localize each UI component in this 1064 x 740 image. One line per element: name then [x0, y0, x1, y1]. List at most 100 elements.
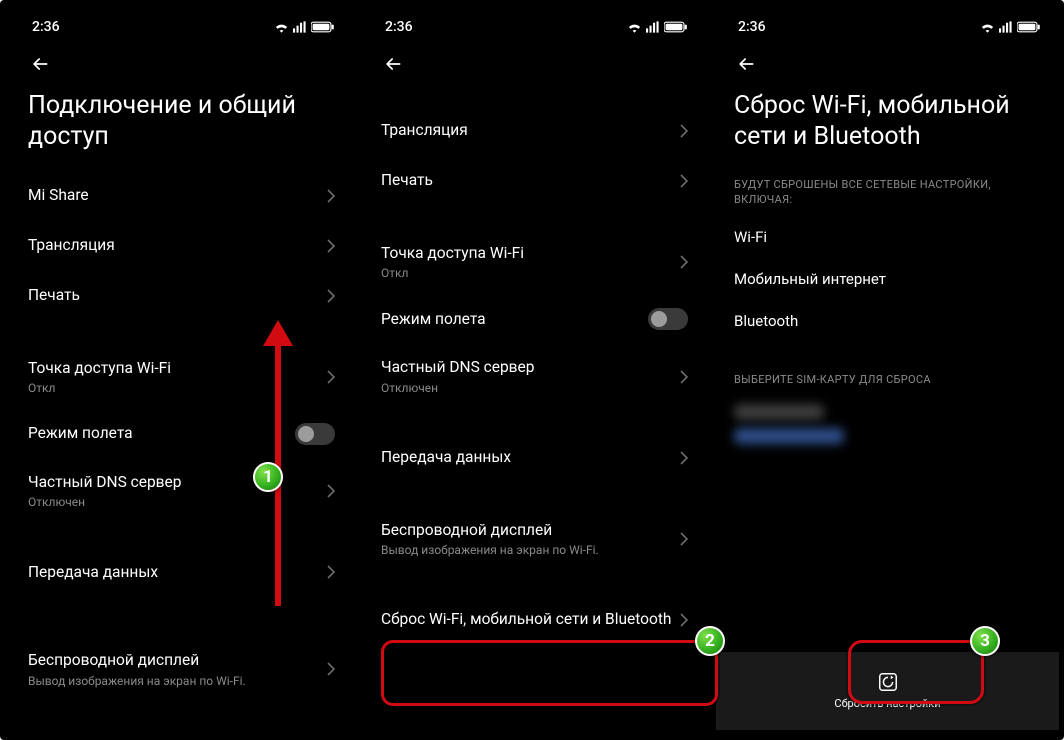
airplane-toggle[interactable] — [295, 423, 335, 445]
item-label: Частный DNS сервер — [381, 358, 672, 377]
chevron-right-icon — [327, 370, 335, 384]
item-private-dns[interactable]: Частный DNS сервер Отключен — [10, 459, 353, 523]
screen-connection-sharing-scrolled: 2:36 Трансляция Печать Точка доступа Wi-… — [363, 10, 706, 730]
reset-line-mobile: Мобильный интернет — [716, 258, 1059, 300]
status-icons — [274, 21, 335, 33]
status-bar: 2:36 — [716, 10, 1059, 44]
back-icon[interactable] — [28, 54, 52, 74]
screen-connection-sharing: 2:36 Подключение и общий доступ Mi Share… — [10, 10, 353, 730]
chevron-right-icon — [680, 370, 688, 384]
item-sub: Вывод изображения на экран по Wi-Fi. — [381, 543, 672, 557]
chevron-right-icon — [327, 565, 335, 579]
item-label: Mi Share — [28, 186, 319, 205]
section-gap — [363, 483, 706, 507]
back-icon[interactable] — [381, 54, 405, 74]
chevron-right-icon — [680, 451, 688, 465]
page-title: Подключение и общий доступ — [10, 82, 353, 171]
item-label: Печать — [28, 286, 319, 305]
wifi-icon — [274, 21, 289, 33]
sim-option-blurred[interactable] — [734, 404, 824, 420]
section-gap — [10, 321, 353, 345]
battery-icon — [1017, 21, 1041, 33]
signal-icon — [999, 21, 1013, 33]
item-data-sharing[interactable]: Передача данных — [363, 433, 706, 483]
chevron-right-icon — [680, 124, 688, 138]
status-icons — [627, 21, 688, 33]
item-private-dns[interactable]: Частный DNS сервер Отключен — [363, 344, 706, 408]
item-print[interactable]: Печать — [10, 271, 353, 321]
section-gap — [10, 523, 353, 547]
item-wireless-display[interactable]: Беспроводной дисплей Вывод изображения н… — [363, 507, 706, 571]
reset-line-bluetooth: Bluetooth — [716, 300, 1059, 342]
status-time: 2:36 — [32, 19, 60, 35]
battery-icon — [664, 21, 688, 33]
chevron-right-icon — [680, 255, 688, 269]
spacer — [363, 82, 706, 106]
status-bar: 2:36 — [363, 10, 706, 44]
battery-icon — [311, 21, 335, 33]
item-label: Беспроводной дисплей — [381, 521, 672, 540]
reset-line-wifi: Wi-Fi — [716, 216, 1059, 258]
back-row — [10, 44, 353, 82]
reset-button-label: Сбросить настройки — [834, 697, 940, 710]
reset-icon — [877, 671, 899, 693]
item-hotspot[interactable]: Точка доступа Wi-Fi Откл — [10, 345, 353, 409]
item-label: Трансляция — [381, 121, 672, 140]
chevron-right-icon — [327, 662, 335, 676]
item-label: Беспроводной дисплей — [28, 651, 319, 670]
item-cast[interactable]: Трансляция — [10, 221, 353, 271]
status-icons — [980, 21, 1041, 33]
item-label: Передача данных — [381, 448, 672, 467]
item-airplane[interactable]: Режим полета — [10, 409, 353, 459]
section-gap — [363, 409, 706, 433]
signal-icon — [293, 21, 307, 33]
back-icon[interactable] — [734, 54, 758, 74]
reset-description: БУДУТ СБРОШЕНЫ ВСЕ СЕТЕВЫЕ НАСТРОЙКИ, ВК… — [716, 171, 1059, 217]
step-badge-3: 3 — [970, 626, 1000, 656]
chevron-right-icon — [680, 532, 688, 546]
item-sub: Отключен — [381, 381, 672, 395]
status-time: 2:36 — [385, 19, 413, 35]
section-gap — [10, 597, 353, 637]
annotation-arrow-head — [263, 320, 293, 346]
item-sub: Вывод изображения на экран по Wi-Fi. — [28, 674, 319, 688]
section-gap — [716, 342, 1059, 366]
item-label: Трансляция — [28, 236, 319, 255]
status-time: 2:36 — [738, 19, 766, 35]
chevron-right-icon — [327, 189, 335, 203]
item-cast[interactable]: Трансляция — [363, 106, 706, 156]
item-sub: Откл — [381, 266, 672, 280]
airplane-toggle[interactable] — [648, 308, 688, 330]
section-gap — [363, 571, 706, 595]
chevron-right-icon — [327, 289, 335, 303]
sim-select-header: ВЫБЕРИТЕ SIM-КАРТУ ДЛЯ СБРОСА — [716, 366, 1059, 396]
signal-icon — [646, 21, 660, 33]
chevron-right-icon — [680, 613, 688, 627]
step-badge-1: 1 — [253, 462, 283, 492]
back-row — [716, 44, 1059, 82]
sim-option-blurred[interactable] — [734, 428, 844, 444]
chevron-right-icon — [327, 484, 335, 498]
chevron-right-icon — [327, 239, 335, 253]
wifi-icon — [627, 21, 642, 33]
section-gap — [363, 206, 706, 230]
page-title: Сброс Wi-Fi, мобильной сети и Bluetooth — [716, 82, 1059, 171]
item-print[interactable]: Печать — [363, 156, 706, 206]
item-label: Печать — [381, 171, 672, 190]
item-mi-share[interactable]: Mi Share — [10, 171, 353, 221]
screen-reset-network: 2:36 Сброс Wi-Fi, мобильной сети и Bluet… — [716, 10, 1059, 730]
item-data-sharing[interactable]: Передача данных — [10, 547, 353, 597]
item-airplane[interactable]: Режим полета — [363, 294, 706, 344]
wifi-icon — [980, 21, 995, 33]
chevron-right-icon — [680, 174, 688, 188]
step-badge-2: 2 — [695, 626, 725, 656]
item-wireless-display[interactable]: Беспроводной дисплей Вывод изображения н… — [10, 637, 353, 701]
item-hotspot[interactable]: Точка доступа Wi-Fi Откл — [363, 230, 706, 294]
tutorial-frame: 2:36 Подключение и общий доступ Mi Share… — [0, 0, 1064, 740]
item-label: Точка доступа Wi-Fi — [381, 244, 672, 263]
item-label: Сброс Wi-Fi, мобильной сети и Bluetooth — [381, 610, 672, 629]
item-label: Режим полета — [381, 310, 648, 329]
back-row — [363, 44, 706, 82]
reset-settings-button[interactable]: Сбросить настройки — [716, 652, 1059, 730]
item-reset-network[interactable]: Сброс Wi-Fi, мобильной сети и Bluetooth — [363, 595, 706, 645]
